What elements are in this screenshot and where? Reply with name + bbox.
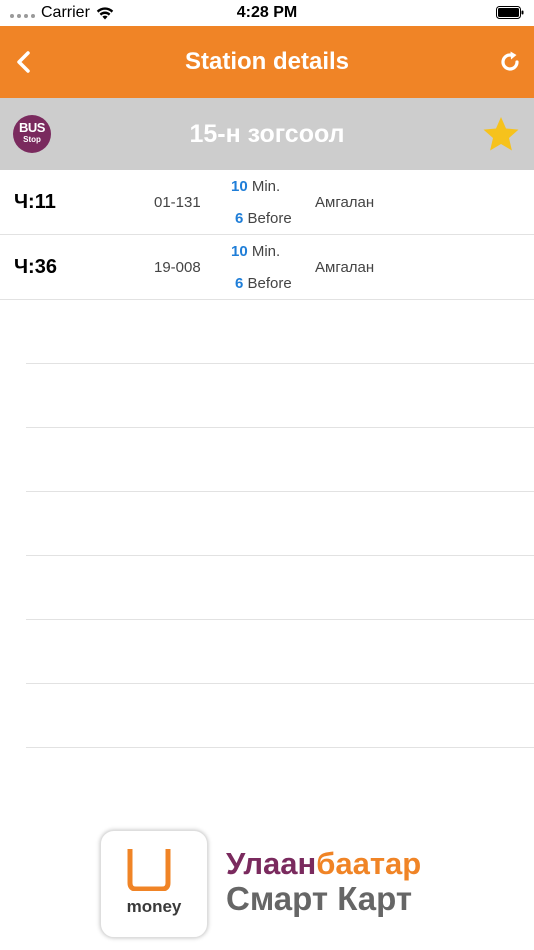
bus-number: 19-008 xyxy=(154,259,201,276)
empty-list-row xyxy=(0,492,534,556)
minutes-value: 10 xyxy=(231,178,248,195)
brand-title-part1: Улаан xyxy=(226,846,317,881)
empty-list-row xyxy=(0,364,534,428)
minutes-unit: Min. xyxy=(247,178,281,195)
brand-title-part2: баатар xyxy=(316,846,422,881)
stops-before-unit: Before xyxy=(243,210,292,227)
station-name: 15-н зогсоол xyxy=(189,120,345,148)
star-icon[interactable] xyxy=(482,115,520,153)
destination: Амгалан xyxy=(315,259,375,276)
bus-number: 01-131 xyxy=(154,194,201,211)
empty-list-row xyxy=(0,428,534,492)
umoney-logo-text: money xyxy=(126,897,182,916)
status-time: 4:28 PM xyxy=(236,4,298,21)
brand-subtitle: Смарт Карт xyxy=(226,880,412,917)
umoney-logo: money xyxy=(100,830,208,938)
page-title: Station details xyxy=(184,48,350,75)
nav-bar: Station details xyxy=(0,26,534,98)
stops-before-label: 6 Before xyxy=(235,275,292,292)
minutes-value: 10 xyxy=(231,243,248,260)
umoney-banner[interactable]: money Улаанбаатар Смарт Карт xyxy=(100,830,460,938)
empty-list-row xyxy=(0,300,534,364)
stops-before-label: 6 Before xyxy=(235,210,292,227)
station-header: BUS Stop 15-н зогсоол xyxy=(0,98,534,170)
refresh-button[interactable] xyxy=(496,48,524,76)
arrival-hour: Ч:36 xyxy=(14,256,57,278)
stops-before-unit: Before xyxy=(243,275,292,292)
table-row[interactable]: Ч:11 01-131 10 Min. 6 Before Амгалан xyxy=(0,170,534,235)
schedule-list: Ч:11 01-131 10 Min. 6 Before Амгалан Ч:3… xyxy=(0,170,534,748)
minutes-label: 10 Min. xyxy=(231,243,280,260)
minutes-unit: Min. xyxy=(247,243,281,260)
arrival-hour: Ч:11 xyxy=(14,191,56,213)
empty-list-row xyxy=(0,684,534,748)
table-row[interactable]: Ч:36 19-008 10 Min. 6 Before Амгалан xyxy=(0,235,534,300)
minutes-label: 10 Min. xyxy=(231,178,280,195)
battery-icon xyxy=(496,6,524,19)
empty-list-row xyxy=(0,556,534,620)
empty-list-row xyxy=(0,620,534,684)
destination: Амгалан xyxy=(315,194,375,211)
status-bar: Carrier 4:28 PM xyxy=(0,0,534,26)
refresh-icon xyxy=(501,51,519,71)
brand-title: Улаанбаатар xyxy=(226,846,421,882)
umoney-u-icon xyxy=(127,849,171,891)
